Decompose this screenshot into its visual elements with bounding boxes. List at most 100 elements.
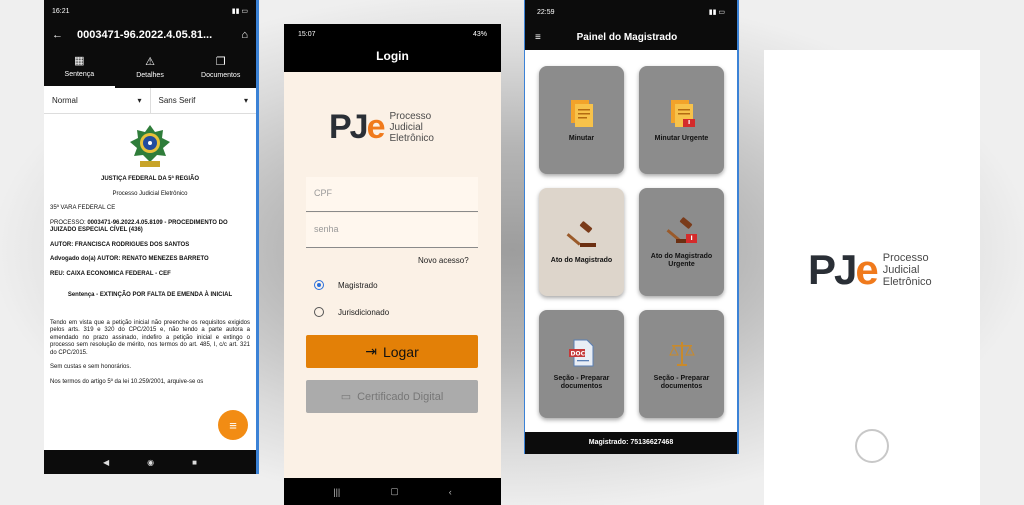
splash-screen: PJe Processo Judicial Eletrônico bbox=[764, 50, 980, 505]
home-icon[interactable]: ⌂ bbox=[241, 29, 248, 41]
status-bar: 22:59 ▮▮ ▭ bbox=[525, 0, 737, 24]
logo-pj: PJ bbox=[329, 108, 369, 146]
status-time: 16:21 bbox=[52, 7, 70, 15]
autor: AUTOR: FRANCISCA RODRIGUES DOS SANTOS bbox=[50, 241, 190, 248]
pje-logo: PJe Processo Judicial Eletrônico bbox=[808, 246, 932, 294]
logo-line: Eletrônico bbox=[882, 276, 932, 289]
logo-pj: PJ bbox=[808, 246, 857, 293]
password-input[interactable]: senha bbox=[306, 213, 478, 248]
sentence-title: Sentença - EXTINÇÃO POR FALTA DE EMENDA … bbox=[67, 292, 233, 298]
new-access-link[interactable]: Novo acesso? bbox=[418, 256, 469, 265]
home-nav-icon[interactable]: ▢ bbox=[390, 486, 399, 497]
court-name: JUSTIÇA FEDERAL DA 5ª REGIÃO bbox=[100, 176, 199, 182]
app-bar: ≡ Painel do Magistrado bbox=[525, 24, 737, 50]
processo-label: PROCESSO: bbox=[50, 219, 88, 226]
radio-label: Jurisdicionado bbox=[338, 307, 390, 317]
login-button-label: Logar bbox=[382, 343, 419, 360]
pje-logo: PJe Processo Judicial Eletrônico bbox=[329, 108, 434, 147]
card-minutar[interactable]: Minutar bbox=[539, 66, 624, 174]
system-nav-bar: ||| ▢ ‹ bbox=[284, 478, 501, 505]
format-select-value: Normal bbox=[52, 96, 78, 105]
certificate-button-label: Certificado Digital bbox=[357, 390, 444, 403]
logo-line: Processo bbox=[389, 111, 432, 122]
paragraph: Sem custas e sem honorários. bbox=[50, 364, 132, 370]
sentence-document[interactable]: JUSTIÇA FEDERAL DA 5ª REGIÃO Processo Ju… bbox=[44, 114, 256, 386]
sentenca-screen: 16:21 ▮▮ ▭ ← 0003471-96.2022.4.05.81... … bbox=[44, 0, 259, 474]
radio-selected-icon bbox=[314, 280, 324, 290]
tab-label: Sentença bbox=[64, 71, 95, 78]
documents-icon: ❐ bbox=[215, 56, 226, 68]
paragraph-format-select[interactable]: Normal ▾ bbox=[44, 88, 151, 113]
login-icon: ⇥ bbox=[365, 343, 377, 359]
card-minutar-urgente[interactable]: Minutar Urgente bbox=[639, 66, 724, 174]
card-label: Minutar Urgente bbox=[654, 134, 709, 142]
digital-certificate-button[interactable]: ▭ Certificado Digital bbox=[306, 380, 478, 413]
status-time: 22:59 bbox=[537, 8, 555, 16]
logo-mark: PJe bbox=[329, 108, 386, 147]
status-time: 15:07 bbox=[298, 30, 316, 38]
logo-line: Eletrônico bbox=[389, 133, 434, 144]
document-icon bbox=[570, 99, 593, 127]
radio-jurisdicionado[interactable]: Jurisdicionado bbox=[314, 307, 389, 317]
card-secao-preparar-documentos-2[interactable]: Seção - Preparar documentos bbox=[639, 310, 724, 418]
urgent-document-icon bbox=[670, 99, 695, 127]
card-ato-magistrado[interactable]: Ato do Magistrado bbox=[539, 188, 624, 296]
logo-mark: PJe bbox=[808, 246, 879, 294]
card-ato-magistrado-urgente[interactable]: Ato do Magistrado Urgente bbox=[639, 188, 724, 296]
tab-label: Documentos bbox=[201, 72, 241, 79]
radio-magistrado[interactable]: Magistrado bbox=[314, 280, 378, 290]
card-label: Ato do Magistrado bbox=[550, 256, 613, 264]
magistrado-footer: Magistrado: 75136627468 bbox=[525, 432, 737, 454]
login-button[interactable]: ⇥ Logar bbox=[306, 335, 478, 368]
process-title: 0003471-96.2022.4.05.81... bbox=[77, 29, 213, 41]
logo-e: e bbox=[366, 108, 386, 146]
radio-label: Magistrado bbox=[338, 280, 378, 290]
svg-text:DOC: DOC bbox=[570, 350, 585, 357]
processo-line: PROCESSO: 0003471-96.2022.4.05.8109 - PR… bbox=[50, 220, 250, 235]
font-select-value: Sans Serif bbox=[158, 96, 196, 105]
chevron-down-icon: ▾ bbox=[243, 96, 248, 105]
status-icons: ▮▮ ▭ bbox=[708, 9, 725, 16]
status-icons: ▮▮ ▭ bbox=[231, 8, 248, 15]
recents-nav-icon[interactable]: ■ bbox=[192, 458, 197, 467]
chevron-down-icon: ▾ bbox=[137, 96, 142, 105]
card-label: Minutar bbox=[568, 134, 595, 142]
format-toolbar: Normal ▾ Sans Serif ▾ bbox=[44, 88, 256, 114]
logo-e: e bbox=[855, 246, 878, 293]
card-label: Seção - Preparar documentos bbox=[553, 374, 610, 390]
font-family-select[interactable]: Sans Serif ▾ bbox=[151, 88, 257, 113]
radio-unselected-icon bbox=[314, 307, 324, 317]
painel-screen: 22:59 ▮▮ ▭ ≡ Painel do Magistrado Minuta… bbox=[524, 0, 739, 454]
warning-icon: ⚠ bbox=[145, 56, 155, 68]
tab-sentenca[interactable]: ▦ Sentença bbox=[44, 48, 115, 88]
recents-nav-icon[interactable]: ||| bbox=[333, 487, 340, 497]
advogado-name: RENATO MENEZES BARRETO bbox=[122, 256, 209, 262]
card-secao-preparar-documentos[interactable]: DOC Seção - Preparar documentos bbox=[539, 310, 624, 418]
tab-label: Detalhes bbox=[136, 72, 164, 79]
tab-bar: ▦ Sentença ⚠ Detalhes ❐ Documentos bbox=[44, 48, 256, 88]
system-nav-bar: ◀ ◉ ■ bbox=[44, 450, 256, 474]
menu-fab-button[interactable]: ≡ bbox=[218, 410, 248, 440]
login-screen: 15:07 43% Login PJe Processo Judicial El… bbox=[284, 24, 501, 505]
gavel-icon bbox=[566, 221, 596, 247]
status-bar: 16:21 ▮▮ ▭ bbox=[44, 0, 256, 22]
logo-text: Processo Judicial Eletrônico bbox=[390, 111, 434, 144]
back-arrow-icon[interactable]: ← bbox=[52, 29, 63, 41]
coat-of-arms-icon bbox=[130, 125, 170, 167]
system-name: Processo Judicial Eletrônico bbox=[112, 190, 188, 197]
logo-line: Judicial bbox=[882, 263, 920, 276]
urgent-gavel-icon bbox=[666, 217, 697, 243]
status-bar: 15:07 43% bbox=[284, 24, 501, 44]
tab-documentos[interactable]: ❐ Documentos bbox=[185, 48, 256, 88]
page-title: Painel do Magistrado bbox=[576, 31, 678, 43]
back-nav-icon[interactable]: ◀ bbox=[103, 458, 109, 467]
tab-detalhes[interactable]: ⚠ Detalhes bbox=[115, 48, 186, 88]
cpf-input[interactable]: CPF bbox=[306, 177, 478, 212]
menu-icon: ≡ bbox=[229, 417, 237, 433]
back-nav-icon[interactable]: ‹ bbox=[449, 487, 452, 497]
paragraph: Tendo em vista que a petição inicial não… bbox=[50, 319, 250, 356]
app-bar: ← 0003471-96.2022.4.05.81... ⌂ bbox=[44, 22, 256, 48]
home-nav-icon[interactable]: ◉ bbox=[147, 458, 154, 467]
logo-text: Processo Judicial Eletrônico bbox=[883, 252, 932, 288]
doc-file-icon: DOC bbox=[568, 339, 593, 367]
